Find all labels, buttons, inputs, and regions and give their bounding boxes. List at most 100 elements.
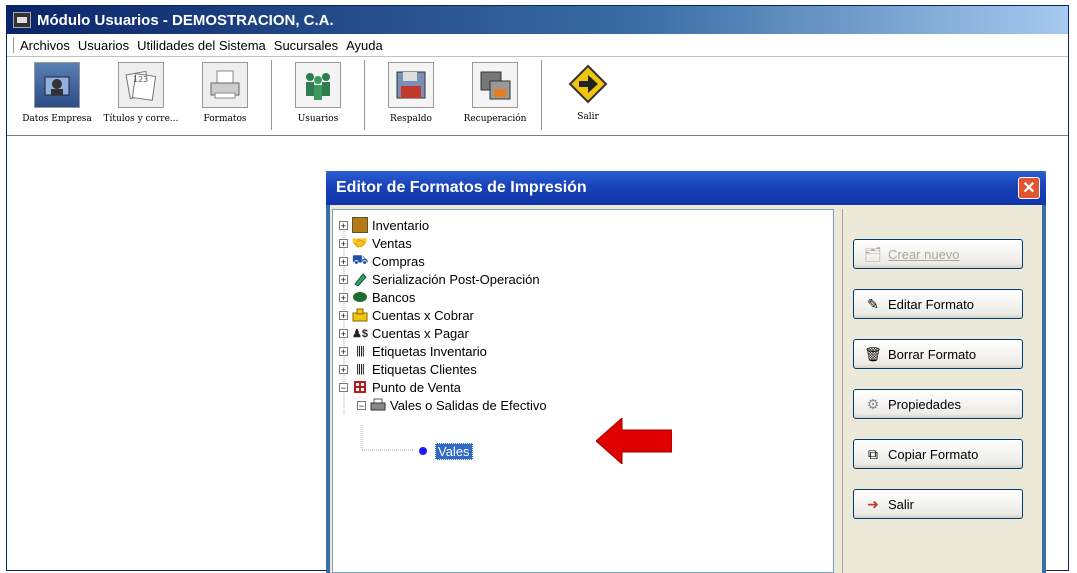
tree-item-label: Punto de Venta (372, 379, 461, 395)
tag-icon (352, 272, 368, 286)
borrar-formato-button[interactable]: 🗑 Borrar Formato (853, 339, 1023, 369)
menu-utilidades[interactable]: Utilidades del Sistema (137, 38, 266, 53)
crear-nuevo-button[interactable]: 🗂 Crear nuevo (853, 239, 1023, 269)
toolbar-label: Datos Empresa (22, 114, 92, 124)
tree-item-label: Cuentas x Pagar (372, 325, 469, 341)
tree-item-label: Etiquetas Inventario (372, 343, 487, 359)
new-icon: 🗂 (864, 245, 882, 262)
toolbar-label: Usuarios (297, 114, 339, 124)
expand-icon[interactable]: + (339, 310, 348, 320)
dialog-title: Editor de Formatos de Impresión (336, 179, 587, 196)
menubar: Archivos Usuarios Utilidades del Sistema… (7, 34, 1068, 57)
toolbar-salir-button[interactable]: Salir (546, 57, 630, 133)
menu-sucursales[interactable]: Sucursales (274, 38, 338, 53)
tree-item-etiquetas-clientes[interactable]: + |||| Etiquetas Clientes (339, 360, 477, 378)
tree-item-punto-de-venta[interactable]: − Punto de Venta (339, 378, 461, 396)
dialog-titlebar: Editor de Formatos de Impresión ✕ (326, 171, 1046, 205)
tree-item-label: Inventario (372, 217, 430, 233)
toolbar-titulos-button[interactable]: 123 Títulos y corre... (99, 57, 183, 133)
tree-item-serializacion[interactable]: + Serialización Post-Operación (339, 270, 540, 288)
printer-icon (202, 62, 248, 108)
button-label: Copiar Formato (888, 446, 979, 462)
expand-icon[interactable]: + (339, 220, 348, 230)
gear-icon: ⚙ (866, 395, 880, 412)
tree-item-label: Serialización Post-Operación (372, 271, 540, 287)
menu-archivos[interactable]: Archivos (20, 38, 70, 53)
tree-item-label: Vales o Salidas de Efectivo (390, 397, 547, 413)
main-titlebar: Módulo Usuarios - DEMOSTRACION, C.A. (7, 6, 1068, 34)
inventory-icon (352, 217, 368, 233)
close-icon: ✕ (1022, 180, 1036, 197)
tree-item-label: Ventas (372, 235, 412, 251)
toolbar-label: Respaldo (390, 114, 432, 124)
tree-item-vales-salidas[interactable]: − Vales o Salidas de Efectivo (357, 396, 547, 414)
expand-icon[interactable]: + (339, 364, 348, 374)
toolbar-separator (271, 60, 272, 130)
tree-item-label: Etiquetas Clientes (372, 361, 477, 377)
edit-icon: ✎ (867, 295, 879, 312)
toolbar-respaldo-button[interactable]: Respaldo (369, 57, 453, 133)
cashbox-icon (352, 308, 368, 322)
window-title: Módulo Usuarios - DEMOSTRACION, C.A. (37, 11, 334, 29)
collapse-icon[interactable]: − (357, 400, 366, 410)
format-editor-dialog: Editor de Formatos de Impresión ✕ + Inve… (326, 171, 1046, 573)
copy-icon: ⧉ (868, 445, 878, 462)
tree-item-etiquetas-inventario[interactable]: + |||| Etiquetas Inventario (339, 342, 487, 360)
expand-icon[interactable]: + (339, 292, 348, 302)
toolbar-usuarios-button[interactable]: Usuarios (276, 57, 360, 133)
tree-item-inventario[interactable]: + Inventario (339, 216, 429, 234)
toolbar-datos-empresa-button[interactable]: Datos Empresa (15, 57, 99, 133)
red-arrow-annotation (595, 416, 673, 469)
menu-usuarios[interactable]: Usuarios (78, 38, 129, 53)
tree-item-cuentas-pagar[interactable]: + ♟$ Cuentas x Pagar (339, 324, 469, 342)
salir-button[interactable]: ➜ Salir (853, 489, 1023, 519)
tree-item-compras[interactable]: + ⛟ Compras (339, 252, 425, 270)
exit-icon: ➜ (867, 495, 879, 512)
expand-icon[interactable]: + (339, 328, 348, 338)
toolbar: Datos Empresa 123 Títulos y corre... For… (7, 57, 1068, 136)
format-tree[interactable]: + Inventario + 🤝 Ventas + ⛟ Compras + Se… (332, 209, 834, 573)
collapse-icon[interactable]: − (339, 382, 348, 392)
building-icon (34, 62, 80, 108)
close-button[interactable]: ✕ (1018, 177, 1040, 199)
button-label: Editar Formato (888, 296, 974, 312)
svg-text:123: 123 (133, 75, 148, 84)
menubar-grip (13, 37, 14, 53)
toolbar-recuperacion-button[interactable]: Recuperación (453, 57, 537, 133)
editar-formato-button[interactable]: ✎ Editar Formato (853, 289, 1023, 319)
button-label: Propiedades (888, 396, 961, 412)
tree-item-ventas[interactable]: + 🤝 Ventas (339, 234, 412, 252)
barcode-icon: |||| (356, 363, 364, 375)
dialog-body: + Inventario + 🤝 Ventas + ⛟ Compras + Se… (330, 205, 1042, 573)
copiar-formato-button[interactable]: ⧉ Copiar Formato (853, 439, 1023, 469)
tree-item-label: Vales (435, 442, 473, 460)
expand-icon[interactable]: + (339, 238, 348, 248)
menu-ayuda[interactable]: Ayuda (346, 38, 383, 53)
tree-item-cuentas-cobrar[interactable]: + Cuentas x Cobrar (339, 306, 474, 324)
toolbar-label: Recuperación (463, 114, 527, 124)
toolbar-label: Salir (577, 112, 599, 122)
tree-item-vales[interactable]: Vales (415, 442, 473, 460)
toolbar-formatos-button[interactable]: Formatos (183, 57, 267, 133)
bullet-icon (415, 444, 431, 458)
tree-item-bancos[interactable]: + Bancos (339, 288, 415, 306)
tree-item-label: Bancos (372, 289, 416, 305)
expand-icon[interactable]: + (339, 256, 348, 266)
button-panel: 🗂 Crear nuevo ✎ Editar Formato 🗑 Borrar … (842, 209, 1042, 573)
users-icon (295, 62, 341, 108)
app-icon (13, 12, 31, 28)
tree-item-label: Compras (372, 253, 425, 269)
expand-icon[interactable]: + (339, 346, 348, 356)
exit-sign-icon (566, 62, 610, 106)
cards-icon: 123 (118, 62, 164, 108)
toolbar-label: Títulos y corre... (103, 114, 179, 124)
toolbar-label: Formatos (203, 114, 247, 124)
truck-icon: ⛟ (351, 252, 369, 267)
barcode-icon: |||| (356, 345, 364, 357)
printer-icon (370, 398, 386, 412)
propiedades-button[interactable]: ⚙ Propiedades (853, 389, 1023, 419)
floppy-icon (388, 62, 434, 108)
expand-icon[interactable]: + (339, 274, 348, 284)
toolbar-separator (541, 60, 542, 130)
restore-icon (472, 62, 518, 108)
